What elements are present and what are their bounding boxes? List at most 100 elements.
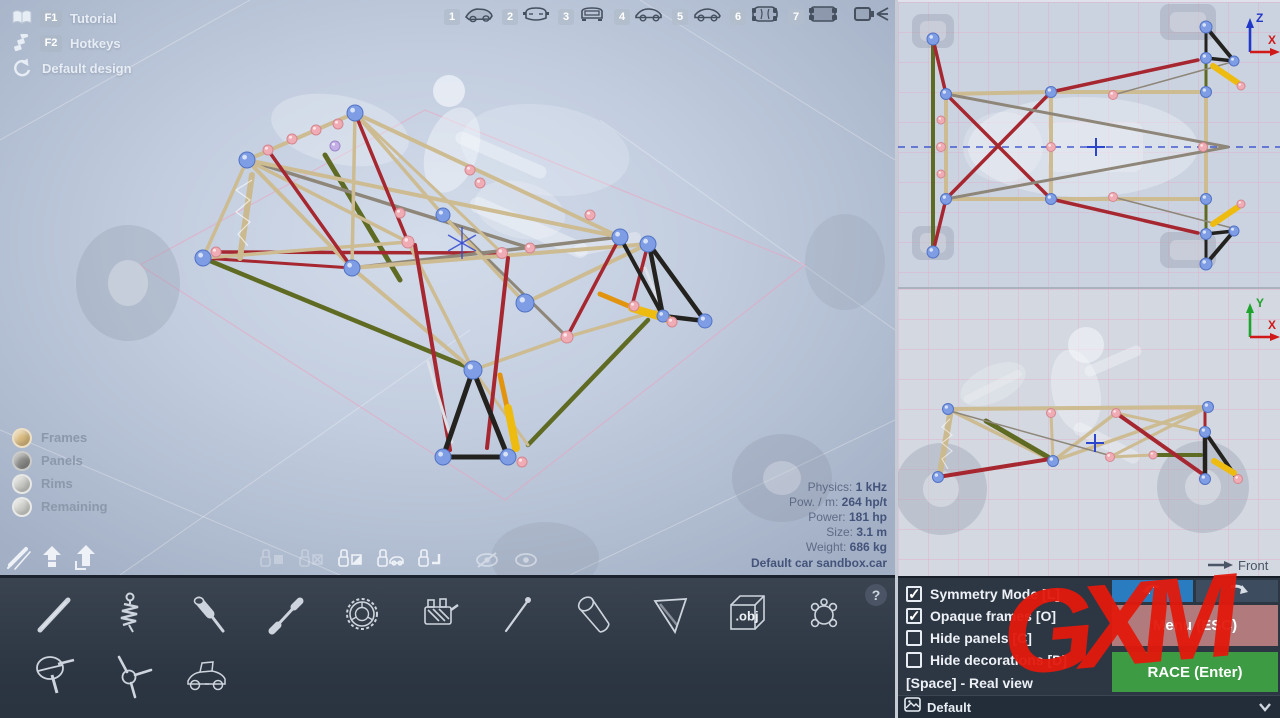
undo-icon <box>1140 582 1166 601</box>
panels-swatch <box>12 451 32 471</box>
parts-row-2 <box>26 646 236 704</box>
top-view-viewport[interactable]: Z X <box>898 0 1280 287</box>
view-slot-1[interactable]: 1 <box>444 4 495 29</box>
car-stats: Physics: 1 kHz Pow. / m: 264 hp/t Power:… <box>751 480 887 570</box>
part-node-ball-button[interactable] <box>796 585 852 643</box>
view-slot-4[interactable]: 4 <box>614 4 665 29</box>
grab-panel-tool[interactable] <box>336 548 364 570</box>
menu-item-hotkeys[interactable]: F2 Hotkeys <box>10 31 132 55</box>
car-side-right-icon <box>691 4 723 29</box>
preset-image-icon <box>904 697 921 717</box>
slot-number: 5 <box>672 9 688 25</box>
part-axle-joint-button[interactable] <box>103 646 159 704</box>
legend-remaining: Remaining <box>12 495 107 518</box>
part-thin-rod-button[interactable] <box>488 585 544 643</box>
chassis-side-render: Y X Front <box>898 289 1280 576</box>
hotkeys-label: Hotkeys <box>70 36 121 51</box>
undo-button[interactable] <box>1112 580 1193 602</box>
camera-view-button[interactable] <box>852 3 892 30</box>
tutorial-label: Tutorial <box>70 11 117 26</box>
part-steering-wheel-button[interactable] <box>26 646 82 704</box>
camera-icon <box>852 12 892 29</box>
material-legend: Frames Panels Rims Remaining <box>12 426 107 518</box>
redo-icon <box>1224 582 1250 601</box>
grab-delete-tool[interactable] <box>297 548 325 570</box>
part-spring-button[interactable] <box>103 585 159 643</box>
remaining-swatch <box>12 497 32 517</box>
hotkeys-icon <box>10 33 34 53</box>
chevron-down-icon <box>1258 700 1272 718</box>
rims-swatch <box>12 474 32 494</box>
grab-car-tool[interactable] <box>375 548 405 570</box>
stat-pow-per-m: Pow. / m: 264 hp/t <box>751 495 887 510</box>
frames-swatch <box>12 428 32 448</box>
part-cone-button[interactable] <box>565 585 621 643</box>
slot-number: 2 <box>502 9 518 25</box>
car-rear-icon <box>577 4 607 29</box>
checkbox-hide-decorations[interactable]: Hide decorations [D] <box>906 649 1067 671</box>
race-button[interactable]: RACE (Enter) <box>1112 652 1278 692</box>
grab-tools <box>258 548 444 570</box>
part-panel-button[interactable] <box>642 585 698 643</box>
top-left-menu: F1 Tutorial F2 Hotkeys Default design <box>10 6 132 81</box>
part-tube-button[interactable] <box>180 585 236 643</box>
main-3d-viewport[interactable]: F1 Tutorial F2 Hotkeys Default design 1 <box>0 0 895 575</box>
parts-toolbar: .obj ? <box>0 575 895 718</box>
grab-frame-tool[interactable] <box>258 548 286 570</box>
checkbox-opaque-frames[interactable]: ✓ Opaque frames [O] <box>906 605 1067 627</box>
redo-button[interactable] <box>1196 580 1278 602</box>
help-button[interactable]: ? <box>865 584 887 606</box>
menu-button[interactable]: Menu (ESC) <box>1112 605 1278 646</box>
view-slot-5[interactable]: 5 <box>672 4 723 29</box>
draw-frame-tool[interactable] <box>6 543 32 571</box>
legend-frames: Frames <box>12 426 107 449</box>
view-slot-3[interactable]: 3 <box>558 4 607 29</box>
checkbox-list: ✓ Symmetry Mode [L] ✓ Opaque frames [O] … <box>906 583 1067 693</box>
f2-key-badge: F2 <box>40 35 62 52</box>
parts-row-1: .obj <box>26 585 852 643</box>
view-slot-7[interactable]: 7 <box>788 4 839 29</box>
action-buttons: Menu (ESC) RACE (Enter) <box>1112 580 1278 692</box>
axis-x-label: X <box>1268 33 1276 47</box>
book-icon <box>10 8 34 28</box>
slot-number: 4 <box>614 9 630 25</box>
axis-z-label: Z <box>1256 11 1263 25</box>
view-slot-6[interactable]: 6 <box>730 4 781 29</box>
part-wheel-button[interactable] <box>334 585 390 643</box>
preset-label: Default <box>927 700 971 715</box>
raise-layer-tool[interactable] <box>72 543 98 571</box>
view-options-panel: ✓ Symmetry Mode [L] ✓ Opaque frames [O] … <box>898 576 1280 695</box>
grab-corner-tool[interactable] <box>416 548 444 570</box>
part-rod-button[interactable] <box>26 585 82 643</box>
view-slot-bar: 1 2 3 4 5 6 7 <box>444 4 839 29</box>
part-engine-button[interactable] <box>411 585 467 643</box>
view-slot-2[interactable]: 2 <box>502 4 551 29</box>
edit-tools <box>6 543 98 571</box>
panels-label: Panels <box>41 453 83 468</box>
legend-rims: Rims <box>12 472 107 495</box>
car-side-left-icon <box>633 4 665 29</box>
checkbox-icon: ✓ <box>906 608 922 624</box>
part-rod-caps-button[interactable] <box>257 585 313 643</box>
stat-physics: Physics: 1 kHz <box>751 480 887 495</box>
axis-x-label: X <box>1268 318 1276 332</box>
checkbox-icon <box>906 652 922 668</box>
raise-node-tool[interactable] <box>39 543 65 571</box>
part-obj-import-button[interactable]: .obj <box>719 585 775 643</box>
checkbox-hide-panels[interactable]: Hide panels [C] <box>906 627 1067 649</box>
part-sample-car-button[interactable] <box>180 646 236 704</box>
stat-size: Size: 3.1 m <box>751 525 887 540</box>
preset-dropdown[interactable]: Default <box>898 695 1280 718</box>
checkbox-symmetry-mode[interactable]: ✓ Symmetry Mode [L] <box>906 583 1067 605</box>
car-perspective-icon <box>463 4 495 29</box>
checkbox-icon: ✓ <box>906 586 922 602</box>
axis-y-label: Y <box>1256 296 1264 310</box>
side-view-viewport[interactable]: Y X Front <box>898 287 1280 576</box>
menu-item-default-design[interactable]: Default design <box>10 56 132 80</box>
right-column: Z X Y X Front ✓ Symmetry Mode [L] ✓ Opaq… <box>895 0 1280 718</box>
visibility-on-icon[interactable] <box>513 550 539 570</box>
visibility-off-icon[interactable] <box>474 550 500 570</box>
menu-item-tutorial[interactable]: F1 Tutorial <box>10 6 132 30</box>
legend-panels: Panels <box>12 449 107 472</box>
car-builder-app: F1 Tutorial F2 Hotkeys Default design 1 <box>0 0 1280 718</box>
